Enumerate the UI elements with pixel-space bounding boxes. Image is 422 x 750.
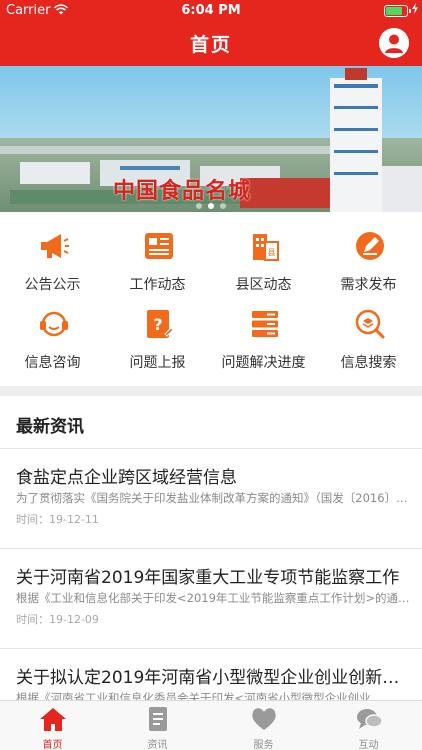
svg-text:县: 县 [268, 248, 276, 257]
tab-interaction[interactable]: 互动 [316, 701, 421, 750]
edit-pen-icon [356, 232, 384, 260]
tab-services[interactable]: 服务 [211, 701, 316, 750]
news-time: 时间：19-12-11 [16, 513, 99, 526]
clock-label: 6:04 PM [181, 3, 241, 18]
quick-menu-grid: 公告公示 工作动态 县 县区动态 需求发布 信息咨询 ? 问题上报 问题解决进度… [0, 222, 422, 382]
latest-news-heading: 最新资讯 [16, 417, 84, 437]
banner-carousel[interactable]: 中国食品名城 [0, 66, 422, 212]
news-summary: 根据《工业和信息化部关于印发<2019年工业节能监察重点工作计划>的通知》 [16, 591, 412, 605]
megaphone-icon [41, 234, 69, 258]
carousel-dot[interactable] [220, 203, 226, 209]
menu-label: 公告公示 [24, 277, 81, 293]
tab-label: 服务 [253, 740, 274, 750]
tab-news[interactable]: 资讯 [105, 701, 210, 750]
progress-list-icon [252, 311, 278, 337]
menu-label: 需求发布 [340, 277, 397, 293]
carousel-dot[interactable] [208, 203, 214, 209]
menu-item-resolution-progress[interactable]: 问题解决进度 [211, 300, 316, 372]
tab-label: 互动 [358, 740, 379, 750]
menu-label: 工作动态 [129, 277, 186, 293]
buildings-icon: 县 [253, 234, 279, 261]
status-bar: Carrier 6:04 PM [0, 0, 422, 22]
battery-icon [384, 5, 411, 17]
news-summary: 为了贯彻落实《国务院关于印发盐业体制改革方案的通知》（国发〔2016〕25号） [16, 491, 412, 505]
tab-label: 首页 [42, 740, 63, 750]
app-screen: Carrier 6:04 PM 首页 中国食品名城 公告公示 工作动态 县 县区… [0, 0, 422, 750]
page-title: 首页 [189, 34, 232, 56]
menu-item-info-search[interactable]: 信息搜索 [316, 300, 421, 372]
tab-bar: 首页 资讯 服务 互动 [0, 700, 422, 750]
menu-item-county-news[interactable]: 县 县区动态 [211, 222, 316, 294]
search-layers-icon [355, 309, 385, 339]
menu-item-problem-report[interactable]: ? 问题上报 [105, 300, 210, 372]
menu-label: 问题解决进度 [221, 355, 306, 371]
user-avatar-button[interactable] [379, 28, 409, 58]
tab-label: 资讯 [147, 740, 168, 750]
news-card-icon [145, 233, 173, 259]
menu-label: 问题上报 [129, 355, 186, 371]
news-item[interactable]: 食盐定点企业跨区域经营信息 为了贯彻落实《国务院关于印发盐业体制改革方案的通知》… [0, 449, 422, 549]
menu-item-demand-publish[interactable]: 需求发布 [316, 222, 421, 294]
menu-label: 信息搜索 [340, 355, 397, 371]
news-title: 关于拟认定2019年河南省小型微型企业创业创新示范基地 [16, 668, 406, 688]
charging-icon [412, 3, 418, 17]
home-icon [40, 708, 66, 731]
news-title: 关于河南省2019年国家重大工业专项节能监察工作 [16, 568, 400, 588]
menu-item-work-news[interactable]: 工作动态 [105, 222, 210, 294]
question-report-icon: ? [147, 310, 174, 338]
carousel-dots [0, 194, 422, 213]
news-item[interactable]: 关于河南省2019年国家重大工业专项节能监察工作 根据《工业和信息化部关于印发<… [0, 549, 422, 649]
news-title: 食盐定点企业跨区域经营信息 [16, 468, 237, 488]
svg-text:?: ? [153, 315, 162, 334]
carousel-dot[interactable] [196, 203, 202, 209]
headset-icon [40, 311, 68, 337]
document-icon [149, 707, 167, 731]
news-time: 时间：19-12-09 [16, 613, 99, 626]
battery-nub [409, 9, 411, 13]
battery-level [386, 7, 403, 15]
user-icon [379, 28, 409, 58]
tab-home[interactable]: 首页 [0, 701, 105, 750]
section-divider [0, 386, 422, 396]
menu-item-announcement[interactable]: 公告公示 [0, 222, 105, 294]
chat-bubbles-icon [357, 709, 383, 729]
menu-label: 县区动态 [235, 277, 292, 293]
menu-item-consultation[interactable]: 信息咨询 [0, 300, 105, 372]
top-bar: Carrier 6:04 PM 首页 [0, 0, 422, 66]
menu-label: 信息咨询 [24, 355, 81, 371]
heart-icon [252, 708, 276, 730]
